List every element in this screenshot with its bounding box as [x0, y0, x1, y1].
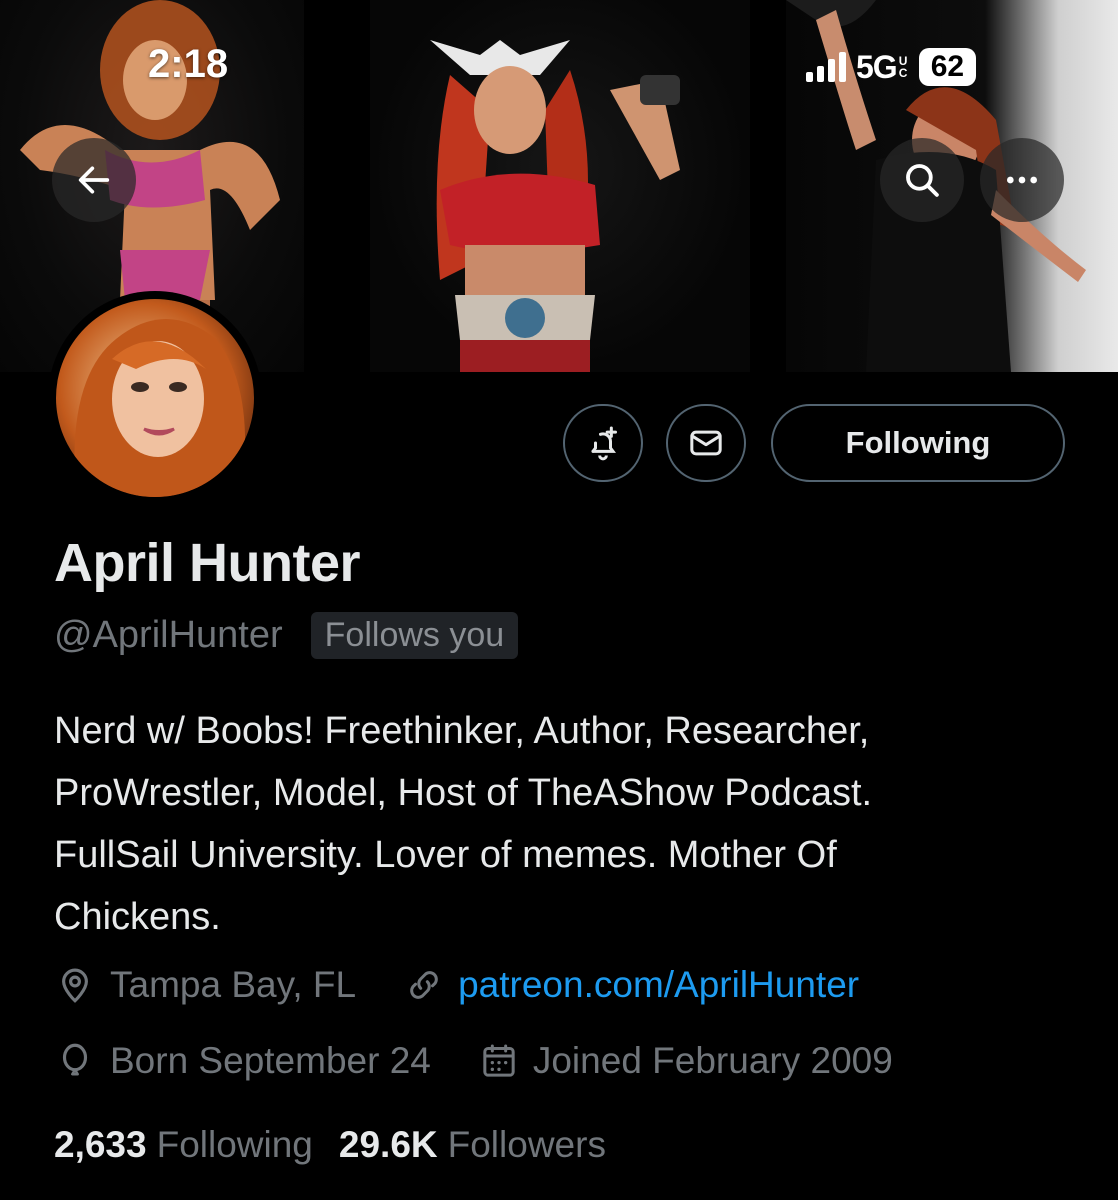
follow-counts: 2,633 Following 29.6K Followers [54, 1124, 606, 1166]
handle-row: @AprilHunter Follows you [54, 612, 519, 659]
profile-birthday: Born September 24 [110, 1040, 431, 1081]
following-count: 2,633 [54, 1124, 147, 1165]
bio-line: Chickens. [54, 896, 221, 938]
network-badge: UC [898, 54, 908, 80]
profile-bio: Nerd w/ Boobs! Freethinker, Author, Rese… [54, 700, 1084, 948]
profile-handle: @AprilHunter [54, 614, 283, 656]
bio-line: FullSail University. Lover of memes. Mot… [54, 834, 837, 876]
status-time: 2:18 [148, 42, 229, 86]
following-label: Following [156, 1124, 313, 1165]
following-count-link[interactable]: 2,633 Following [54, 1124, 313, 1166]
more-horizontal-icon [1007, 176, 1037, 184]
followers-label: Followers [447, 1124, 606, 1165]
link-icon [410, 971, 438, 999]
banner-photo-2 [370, 0, 750, 372]
followers-count: 29.6K [338, 1124, 438, 1165]
calendar-icon [483, 1044, 515, 1077]
network-type: 5G [856, 48, 898, 85]
bio-line: Nerd w/ Boobs! Freethinker, Author, Rese… [54, 710, 870, 752]
signal-icon [806, 52, 846, 82]
profile-name: April Hunter [54, 533, 361, 593]
profile-location: Tampa Bay, FL [110, 964, 357, 1005]
avatar[interactable] [48, 291, 262, 505]
bell-plus-icon [591, 426, 617, 461]
bio-line: ProWrestler, Model, Host of TheAShow Pod… [54, 772, 873, 814]
search-icon [906, 164, 939, 197]
battery-level: 62 [918, 48, 977, 86]
profile-meta-row-2: Born September 24 Joined February 2009 [54, 1040, 893, 1082]
arrow-left-icon [78, 166, 110, 194]
status-indicators: 5G UC 62 [806, 48, 977, 86]
following-button[interactable]: Following [771, 404, 1065, 482]
envelope-icon [690, 430, 722, 456]
avatar-photo [56, 299, 254, 497]
message-button[interactable] [666, 404, 746, 482]
more-button[interactable] [980, 138, 1064, 222]
profile-joined-date: Joined February 2009 [532, 1040, 893, 1081]
back-button[interactable] [52, 138, 136, 222]
followers-count-link[interactable]: 29.6K Followers [339, 1124, 606, 1166]
follows-you-badge: Follows you [310, 612, 519, 659]
profile-meta-row-1: Tampa Bay, FL patreon.com/AprilHunter [54, 964, 859, 1006]
notifications-button[interactable] [563, 404, 643, 482]
search-button[interactable] [880, 138, 964, 222]
location-pin-icon [62, 968, 88, 1003]
balloon-icon [62, 1043, 88, 1076]
profile-website-link[interactable]: patreon.com/AprilHunter [458, 964, 859, 1006]
